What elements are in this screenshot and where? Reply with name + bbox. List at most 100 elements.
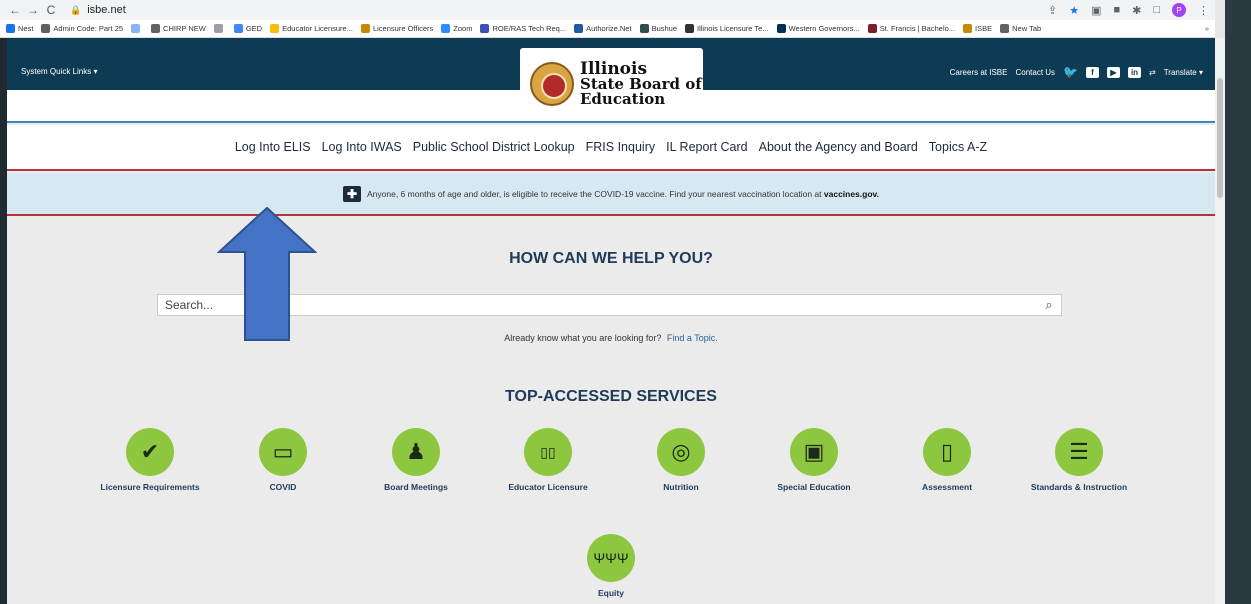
bookmark-favicon-icon [480, 24, 490, 33]
nav-log-into-elis[interactable]: Log Into ELIS [235, 140, 311, 154]
contact-link[interactable]: Contact Us [1015, 68, 1055, 77]
bookmark-item[interactable]: ROE/RAS Tech Req... [480, 24, 566, 33]
bookmark-item[interactable]: CHIRP NEW [151, 24, 206, 33]
top-right-links: Careers at ISBE Contact Us 🐦 f ▶ in ⇄ Tr… [950, 65, 1203, 79]
share-icon[interactable]: ⇪ [1048, 4, 1057, 17]
bookmark-item[interactable]: New Tab [1000, 24, 1041, 33]
puzzle-icon[interactable]: ✱ [1132, 4, 1141, 17]
bookmark-item[interactable]: Zoom [441, 24, 472, 33]
bookmark-item[interactable]: ISBE [963, 24, 992, 33]
bookmark-item[interactable]: Illinois Licensure Te... [685, 24, 769, 33]
back-arrow-icon[interactable]: ← [6, 3, 24, 17]
service-equity[interactable]: ΨΨΨ Equity [556, 534, 666, 599]
bookmark-item[interactable]: Western Governors... [776, 24, 860, 33]
bookmark-label: Licensure Officers [372, 24, 434, 33]
careers-link[interactable]: Careers at ISBE [950, 68, 1008, 77]
clipboard-icon: ▯ [923, 428, 971, 476]
profile-avatar[interactable]: P [1172, 3, 1186, 17]
translate-link[interactable]: Translate ▾ [1164, 68, 1203, 77]
nav-log-into-iwas[interactable]: Log Into IWAS [322, 140, 402, 154]
forward-arrow-icon[interactable]: → [24, 3, 42, 17]
extension-icon[interactable]: ■ [1113, 4, 1120, 16]
bookmark-favicon-icon [41, 24, 51, 33]
linkedin-icon[interactable]: in [1128, 66, 1141, 78]
checkmark-icon: ✔ [126, 428, 174, 476]
bookmark-favicon-icon [1000, 24, 1010, 33]
nav-district-lookup[interactable]: Public School District Lookup [413, 140, 575, 154]
extension-icon[interactable]: ▣ [1091, 4, 1101, 17]
service-label: Assessment [921, 482, 973, 492]
lock-icon: 🔒 [70, 4, 82, 15]
bookmark-label: ROE/RAS Tech Req... [492, 24, 567, 33]
bookmark-item[interactable]: Educator Licensure... [270, 24, 353, 33]
reload-icon[interactable]: C [42, 3, 60, 17]
service-standards-instruction[interactable]: ☰ Standards & Instruction [1024, 428, 1134, 493]
nav-fris-inquiry[interactable]: FRIS Inquiry [586, 140, 655, 154]
find-topic-line: Already know what you are looking for? F… [504, 333, 718, 343]
book-icon: ▯▯ [524, 428, 572, 476]
service-label: Nutrition [663, 482, 699, 492]
service-nutrition[interactable]: ◎ Nutrition [626, 428, 736, 493]
bookmark-item[interactable]: Bushue [639, 24, 677, 33]
bookmark-label: Bushue [651, 24, 677, 33]
bookmark-item[interactable]: Licensure Officers [360, 24, 434, 33]
bookmark-label: Authorize.Net [586, 24, 632, 33]
menu-dots-icon[interactable]: ⋮ [1198, 4, 1209, 17]
twitter-icon[interactable]: 🐦 [1063, 65, 1078, 79]
facebook-icon[interactable]: f [1086, 66, 1099, 78]
illinois-seal-icon [530, 62, 574, 106]
search-icon[interactable]: ⌕ [1037, 297, 1061, 313]
isbe-page: System Quick Links ▾ Careers at ISBE Con… [7, 38, 1215, 604]
system-quick-links[interactable]: System Quick Links ▾ [21, 67, 97, 76]
help-heading: HOW CAN WE HELP YOU? [509, 250, 713, 267]
page-scrollbar[interactable] [1215, 38, 1225, 604]
scrollbar-thumb[interactable] [1217, 78, 1223, 198]
bookmark-favicon-icon [685, 24, 694, 33]
find-topic-link[interactable]: Find a Topic. [667, 333, 718, 343]
star-icon[interactable]: ★ [1069, 4, 1079, 17]
bookmark-label: New Tab [1012, 24, 1042, 33]
bookmark-favicon-icon [6, 24, 15, 33]
bookmark-item[interactable]: GED [233, 24, 262, 33]
bookmark-label: Admin Code: Part 25 [53, 24, 124, 33]
service-label: COVID [269, 482, 297, 492]
bookmarks-bar: Nest Admin Code: Part 25 CHIRP NEW GED Educa… [0, 20, 1215, 38]
service-label: Educator Licensure [508, 482, 588, 492]
service-educator-licensure[interactable]: ▯▯ Educator Licensure [493, 428, 603, 493]
bookmark-favicon-icon [574, 24, 584, 33]
service-board-meetings[interactable]: ♟ Board Meetings [361, 428, 471, 493]
bookmark-item[interactable] [131, 24, 143, 33]
service-licensure-requirements[interactable]: ✔ Licensure Requirements [95, 428, 205, 493]
apple-icon: ◎ [657, 428, 705, 476]
logo-text: Illinois State Board of Education [580, 58, 702, 108]
vaccines-link[interactable]: vaccines.gov. [824, 189, 879, 199]
service-special-education[interactable]: ▣ Special Education [759, 428, 869, 493]
services-heading: TOP-ACCESSED SERVICES [505, 388, 717, 405]
bookmark-favicon-icon [963, 24, 973, 33]
bookmark-item[interactable]: Authorize.Net [574, 24, 632, 33]
nav-about-agency[interactable]: About the Agency and Board [759, 140, 918, 154]
service-label: Board Meetings [384, 482, 448, 492]
bookmark-item[interactable]: Admin Code: Part 25 [41, 24, 123, 33]
isbe-logo[interactable]: Illinois State Board of Education [520, 48, 703, 120]
bookmark-favicon-icon [639, 24, 649, 33]
covid-alert-banner: ✚ Anyone, 6 months of age and older, is … [7, 173, 1215, 216]
blue-up-arrow-annotation [217, 206, 317, 341]
bookmark-favicon-icon [213, 24, 223, 33]
bookmark-favicon-icon [776, 24, 786, 33]
nav-topics-a-z[interactable]: Topics A-Z [929, 140, 987, 154]
translate-icon: ⇄ [1149, 67, 1156, 77]
service-assessment[interactable]: ▯ Assessment [892, 428, 1002, 493]
bookmark-label: Illinois Licensure Te... [697, 24, 769, 33]
nav-il-report-card[interactable]: IL Report Card [666, 140, 748, 154]
service-covid[interactable]: ▭ COVID [228, 428, 338, 493]
podium-icon: ♟ [392, 428, 440, 476]
window-icon[interactable]: □ [1153, 4, 1160, 16]
medical-kit-icon: ✚ [342, 185, 361, 202]
url-text[interactable]: isbe.net [87, 4, 126, 16]
bookmark-item[interactable]: Nest [6, 24, 33, 33]
bookmark-item[interactable]: St. Francis | Bachelo... [867, 24, 955, 33]
bookmarks-more-icon[interactable]: » [1205, 24, 1209, 33]
youtube-icon[interactable]: ▶ [1107, 66, 1120, 78]
bookmark-item[interactable] [213, 24, 226, 33]
